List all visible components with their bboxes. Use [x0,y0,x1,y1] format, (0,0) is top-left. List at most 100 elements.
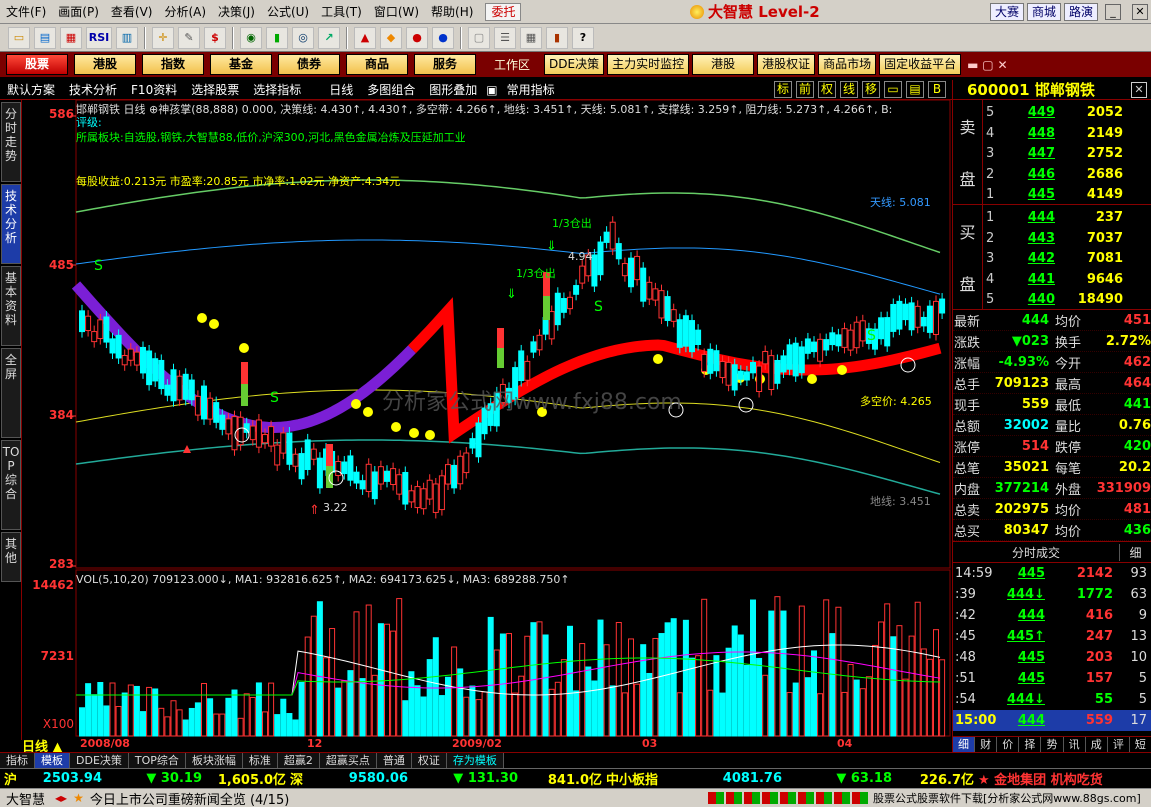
nav-dde-decision[interactable]: DDE决策 [544,54,605,75]
right-tab[interactable]: 短 [1130,737,1151,752]
list-icon[interactable]: ☰ [494,26,516,49]
tech-analysis-button[interactable]: 技术分析 [62,80,124,100]
nav-tab-bonds[interactable]: 债券 [278,54,340,75]
prev-news-icon[interactable]: ◂▸ [51,791,71,805]
right-tab[interactable]: 细 [953,737,976,752]
trade-header-title[interactable]: 分时成交 [953,544,1119,561]
split-box-icon[interactable]: ▤ [906,81,924,98]
table-icon[interactable]: ▥ [116,26,138,49]
bid-price[interactable]: 443 [1005,231,1055,246]
folder-open-icon[interactable]: ▭ [8,26,30,49]
select-indicator-button[interactable]: 选择指标 [246,80,308,100]
nav-tab-hk-stocks[interactable]: 港股 [74,54,136,75]
draw-line-icon[interactable]: ✎ [178,26,200,49]
help-cursor-icon[interactable]: ? [572,26,594,49]
index-value[interactable]: ★ 金地集团 机构吃货 [974,769,1134,788]
books-icon[interactable]: ▮ [546,26,568,49]
close-panel-icon[interactable]: ✕ [1131,81,1147,98]
left-tab-tech[interactable]: 技术分析 [1,184,21,264]
f10-button[interactable]: F10资料 [124,80,184,100]
bid-row[interactable]: 1 444 237 [983,207,1151,228]
left-tab-intraday[interactable]: 分时走势 [1,102,21,182]
bid-price[interactable]: 444 [1005,210,1055,225]
nav-hk-warrants[interactable]: 港股权证 [757,54,816,75]
template-tab[interactable]: 普通 [376,753,412,768]
nav-commodity-market[interactable]: 商品市场 [818,54,877,75]
ask-price[interactable]: 446 [1005,167,1055,182]
nav-main-monitor[interactable]: 主力实时监控 [607,54,690,75]
bars-icon[interactable]: ▮ [266,26,288,49]
workspace-label[interactable]: 工作区 [494,56,530,73]
nav-fixed-income[interactable]: 固定收益平台 [879,54,962,75]
line-box[interactable]: 线 [840,81,858,98]
ask-row[interactable]: 5 449 2052 [983,102,1151,123]
template-tab[interactable]: DDE决策 [70,753,129,768]
news-ticker[interactable]: 今日上市公司重磅新闻全览 (4/15) [86,789,289,807]
circle-icon[interactable]: ● [432,26,454,49]
multi-chart-button[interactable]: 多图组合 [360,80,422,100]
window-box-icon[interactable]: ▭ [884,81,902,98]
template-tab[interactable]: 板块涨幅 [185,753,243,768]
right-tab[interactable]: 价 [997,737,1020,752]
daily-line-button[interactable]: 日线 [322,80,360,100]
menu-file[interactable]: 文件(F) [0,0,52,24]
dollar-icon[interactable]: $ [204,26,226,49]
calendar-icon[interactable]: ▦ [520,26,542,49]
grid-icon[interactable]: ▦ [60,26,82,49]
chart-arrow-icon[interactable]: ↗ [318,26,340,49]
rsi-icon[interactable]: RSI [86,26,112,49]
template-tab[interactable]: 超赢2 [277,753,320,768]
ask-row[interactable]: 1 445 4149 [983,184,1151,205]
nav-tab-stocks[interactable]: 股票 [6,54,68,75]
right-tab[interactable]: 成 [1086,737,1108,752]
eye-icon[interactable]: ◉ [240,26,262,49]
close-icon[interactable]: ✕ [1132,4,1148,20]
bid-row[interactable]: 5 440 18490 [983,289,1151,310]
select-stock-button[interactable]: 选择股票 [184,80,246,100]
template-tab[interactable]: 存为模板 [446,753,504,768]
left-tab-basic-info[interactable]: 基本资料 [1,266,21,346]
b-box[interactable]: B [928,81,946,98]
menu-analysis[interactable]: 分析(A) [158,0,212,24]
move-box[interactable]: 移 [862,81,880,98]
common-indicator-button[interactable]: 常用指标 [500,80,562,100]
right-tab[interactable]: 势 [1041,737,1064,752]
bid-price[interactable]: 441 [1005,272,1055,287]
nav-hk[interactable]: 港股 [692,54,755,75]
chart-icon[interactable]: ▤ [34,26,56,49]
ask-row[interactable]: 3 447 2752 [983,143,1151,164]
menu-screen[interactable]: 画面(P) [52,0,105,24]
crosshair-icon[interactable]: ✛ [152,26,174,49]
bid-price[interactable]: 440 [1005,292,1055,307]
lock-icon[interactable]: ▣ [484,80,499,100]
template-tab[interactable]: 权证 [411,753,447,768]
template-tab[interactable]: 标准 [242,753,278,768]
ask-price[interactable]: 447 [1005,146,1055,161]
rights-box[interactable]: 权 [818,81,836,98]
nav-tab-services[interactable]: 服务 [414,54,476,75]
diamond-icon[interactable]: ◆ [380,26,402,49]
trade-order-button[interactable]: 委托 [485,2,522,21]
bid-price[interactable]: 442 [1005,251,1055,266]
mall-button[interactable]: 商城 [1027,3,1062,21]
prev-box[interactable]: 前 [796,81,814,98]
mark-box[interactable]: 标 [774,81,792,98]
bid-row[interactable]: 4 441 9646 [983,269,1151,290]
notes-icon[interactable]: ▢ [468,26,490,49]
nav-tab-funds[interactable]: 基金 [210,54,272,75]
bid-row[interactable]: 2 443 7037 [983,228,1151,249]
ask-price[interactable]: 448 [1005,126,1055,141]
minimize-icon[interactable]: _ [1105,4,1121,20]
menu-view[interactable]: 查看(V) [105,0,159,24]
money-icon[interactable]: ● [406,26,428,49]
nav-tab-index[interactable]: 指数 [142,54,204,75]
kline-chart-area[interactable]: S S S S ⇓ ⇓ ⇑ 586 485 384 283 14462 7231 X100 … [22,100,952,755]
alert-icon[interactable]: ▲ [354,26,376,49]
right-tab[interactable]: 财 [975,737,998,752]
menu-formula[interactable]: 公式(U) [261,0,315,24]
left-tab-other[interactable]: 其他 [1,532,21,582]
window-min-restore-close-icon[interactable]: ▬ ▢ ✕ [967,58,1007,72]
right-tab[interactable]: 评 [1108,737,1130,752]
trade-detail-toggle[interactable]: 细 [1119,543,1151,561]
template-tab[interactable]: 模板 [35,753,70,768]
